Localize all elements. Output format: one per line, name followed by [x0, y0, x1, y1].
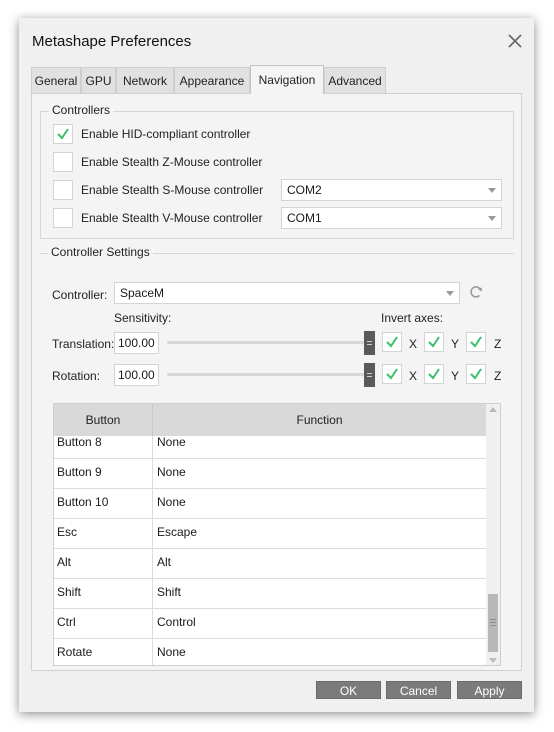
table-row[interactable]: Shift Shift — [54, 579, 486, 609]
function-cell: None — [157, 645, 186, 659]
controllers-group: Controllers Enable HID-compliant control… — [40, 103, 514, 239]
dialog-title: Metashape Preferences — [32, 33, 192, 50]
v-mouse-port-value: COM1 — [287, 211, 322, 225]
function-cell: Control — [157, 615, 196, 629]
cancel-button[interactable]: Cancel — [386, 681, 451, 699]
tab-appearance[interactable]: Appearance — [174, 67, 250, 93]
preferences-dialog: Metashape Preferences General GPU Networ… — [19, 18, 534, 712]
button-mapping-table: Button Function Button 8None Button 9Non… — [53, 403, 501, 666]
table-scrollbar[interactable] — [486, 404, 500, 665]
s-mouse-port-value: COM2 — [287, 183, 322, 197]
button-cell: Alt — [57, 555, 72, 569]
table-row[interactable]: Button 10 None — [54, 489, 486, 519]
controller-settings-title: Controller Settings — [48, 245, 153, 259]
checkmark-icon — [428, 368, 440, 380]
button-cell: Shift — [57, 585, 82, 599]
invert-translation-y[interactable] — [424, 332, 444, 352]
function-cell: Shift — [157, 585, 182, 599]
table-row[interactable]: Alt Alt — [54, 549, 486, 579]
controller-select[interactable]: SpaceM — [114, 282, 460, 304]
chevron-down-icon — [488, 188, 496, 193]
s-mouse-port-select[interactable]: COM2 — [281, 179, 502, 201]
apply-button[interactable]: Apply — [457, 681, 522, 699]
tab-navigation[interactable]: Navigation — [250, 65, 324, 94]
invert-translation-x[interactable] — [382, 332, 402, 352]
sensitivity-label: Sensitivity: — [114, 311, 172, 325]
translation-slider-handle[interactable] — [364, 331, 375, 355]
controllers-group-title: Controllers — [49, 103, 114, 117]
table-row[interactable]: Esc Escape — [54, 519, 486, 549]
close-icon[interactable] — [506, 32, 524, 50]
hid-controller-checkbox[interactable] — [53, 124, 73, 144]
function-cell: None — [157, 465, 186, 479]
v-mouse-checkbox[interactable] — [53, 208, 73, 228]
translation-input[interactable]: 100.00 — [114, 332, 159, 354]
table-row[interactable]: Button 9 None — [54, 459, 486, 489]
hid-controller-label: Enable HID-compliant controller — [81, 127, 251, 141]
scroll-down-icon[interactable] — [489, 658, 497, 664]
v-mouse-label: Enable Stealth V-Mouse controller — [81, 211, 263, 225]
table-row[interactable]: Rotate None — [54, 639, 486, 665]
scroll-up-icon[interactable] — [489, 406, 497, 412]
tab-advanced[interactable]: Advanced — [324, 67, 386, 93]
checkmark-icon — [470, 336, 482, 348]
function-cell: None — [157, 495, 186, 509]
checkmark-icon — [386, 368, 398, 380]
translation-slider[interactable] — [167, 341, 367, 344]
checkmark-icon — [470, 368, 482, 380]
chevron-down-icon — [446, 291, 454, 296]
navigation-panel: Controllers Enable HID-compliant control… — [31, 93, 522, 671]
rotation-slider-handle[interactable] — [364, 363, 375, 387]
invert-rotation-y[interactable] — [424, 364, 444, 384]
translation-label: Translation: — [52, 337, 115, 351]
controller-label: Controller: — [52, 288, 108, 302]
s-mouse-label: Enable Stealth S-Mouse controller — [81, 183, 264, 197]
checkmark-icon — [57, 128, 69, 140]
scrollbar-thumb[interactable] — [488, 594, 498, 652]
z-mouse-checkbox[interactable] — [53, 152, 73, 172]
tab-general[interactable]: General — [31, 67, 81, 93]
controller-value: SpaceM — [120, 286, 165, 300]
ok-button[interactable]: OK — [316, 681, 381, 699]
s-mouse-checkbox[interactable] — [53, 180, 73, 200]
table-body: Button 8 None Button 9 None Button 10 None … — [54, 429, 486, 665]
axis-x-label: X — [409, 337, 418, 351]
axis-x-label: X — [409, 369, 418, 383]
button-cell: Rotate — [57, 645, 93, 659]
checkmark-icon — [386, 336, 398, 348]
refresh-icon[interactable] — [468, 284, 484, 300]
v-mouse-port-select[interactable]: COM1 — [281, 207, 502, 229]
axis-y-label: Y — [451, 337, 460, 351]
checkmark-icon — [428, 336, 440, 348]
rotation-input[interactable]: 100.00 — [114, 364, 159, 386]
z-mouse-label: Enable Stealth Z-Mouse controller — [81, 155, 263, 169]
function-cell: Alt — [157, 555, 172, 569]
invert-rotation-x[interactable] — [382, 364, 402, 384]
column-header-button-cap: Button — [54, 404, 152, 436]
function-cell: Escape — [157, 525, 198, 539]
column-header-function-cap: Function — [153, 404, 486, 436]
button-cell: Button 10 — [57, 495, 109, 509]
tab-gpu[interactable]: GPU — [81, 67, 116, 93]
button-cell: Ctrl — [57, 615, 76, 629]
tab-network[interactable]: Network — [116, 67, 174, 93]
axis-y-label: Y — [451, 369, 460, 383]
button-cell: Esc — [57, 525, 78, 539]
axis-z-label: Z — [494, 337, 502, 351]
button-cell: Button 9 — [57, 465, 102, 479]
invert-rotation-z[interactable] — [466, 364, 486, 384]
rotation-label: Rotation: — [52, 369, 101, 383]
invert-translation-z[interactable] — [466, 332, 486, 352]
chevron-down-icon — [488, 216, 496, 221]
axis-z-label: Z — [494, 369, 502, 383]
invert-axes-label: Invert axes: — [381, 311, 444, 325]
table-row[interactable]: Ctrl Control — [54, 609, 486, 639]
rotation-slider[interactable] — [167, 373, 367, 376]
